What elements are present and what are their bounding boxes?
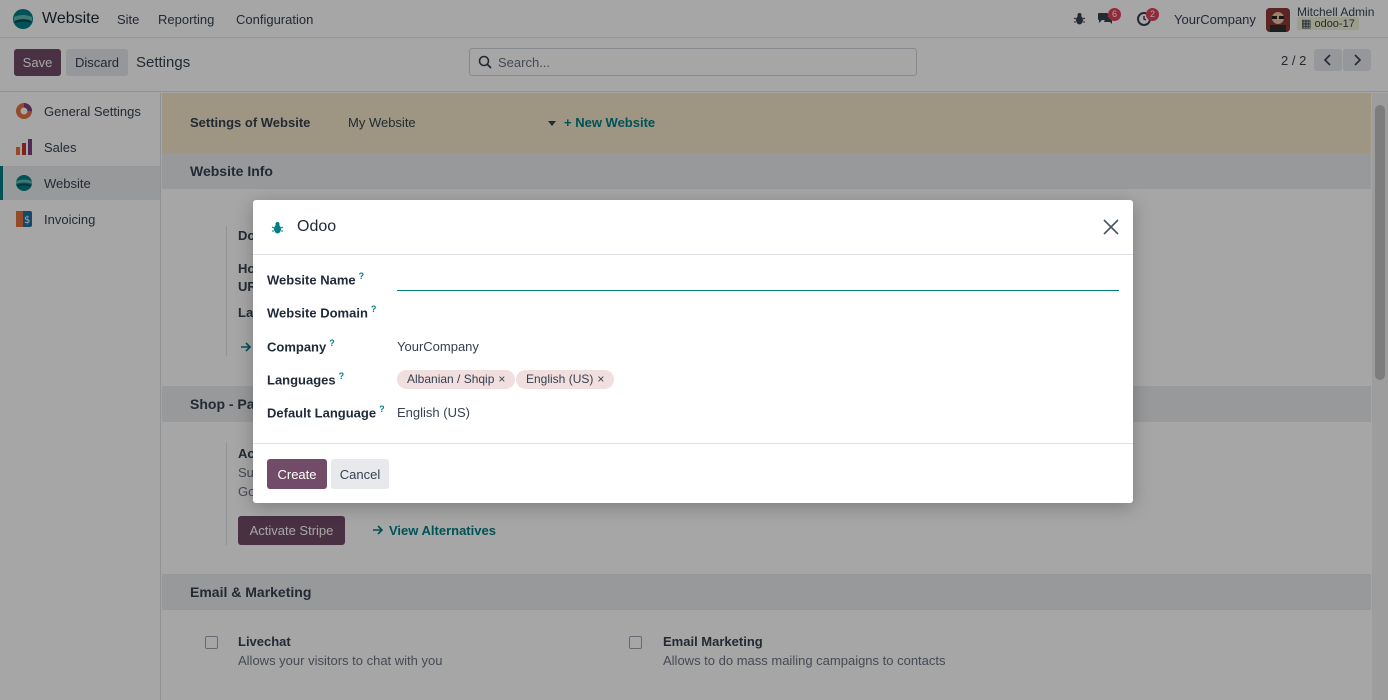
language-tag: English (US) ×: [516, 370, 615, 389]
default-language-field[interactable]: English (US): [397, 405, 470, 420]
create-button[interactable]: Create: [267, 459, 327, 489]
tag-label: English (US): [526, 372, 594, 386]
dialog-header: Odoo: [253, 200, 1133, 255]
website-domain-label: Website Domain?: [267, 304, 376, 320]
field-label-text: Company: [267, 339, 327, 355]
cancel-button[interactable]: Cancel: [331, 459, 389, 489]
website-name-label: Website Name?: [267, 271, 364, 287]
languages-label: Languages?: [267, 371, 344, 387]
field-label-text: Languages: [267, 372, 336, 388]
default-language-label: Default Language?: [267, 404, 385, 420]
bug-icon: [271, 222, 284, 234]
website-name-input[interactable]: [397, 269, 1119, 291]
website-domain-input[interactable]: [397, 302, 1119, 324]
language-tag: Albanian / Shqip ×: [397, 370, 516, 389]
new-website-dialog: Odoo Website Name? Website Domain? Compa…: [253, 200, 1133, 503]
help-icon[interactable]: ?: [371, 304, 377, 314]
tag-remove-icon[interactable]: ×: [498, 372, 505, 386]
company-label: Company?: [267, 338, 335, 354]
help-icon[interactable]: ?: [379, 404, 385, 414]
help-icon[interactable]: ?: [339, 371, 345, 381]
tag-label: Albanian / Shqip: [407, 372, 495, 386]
close-icon[interactable]: [1102, 218, 1120, 236]
company-field[interactable]: YourCompany: [397, 339, 479, 354]
field-label-text: Default Language: [267, 405, 377, 421]
help-icon[interactable]: ?: [359, 271, 365, 281]
tag-remove-icon[interactable]: ×: [597, 372, 604, 386]
dialog-title: Odoo: [297, 218, 337, 235]
help-icon[interactable]: ?: [329, 338, 335, 348]
field-label-text: Website Domain: [267, 305, 368, 321]
dialog-footer: Create Cancel: [253, 443, 1133, 503]
field-label-text: Website Name: [267, 272, 356, 288]
